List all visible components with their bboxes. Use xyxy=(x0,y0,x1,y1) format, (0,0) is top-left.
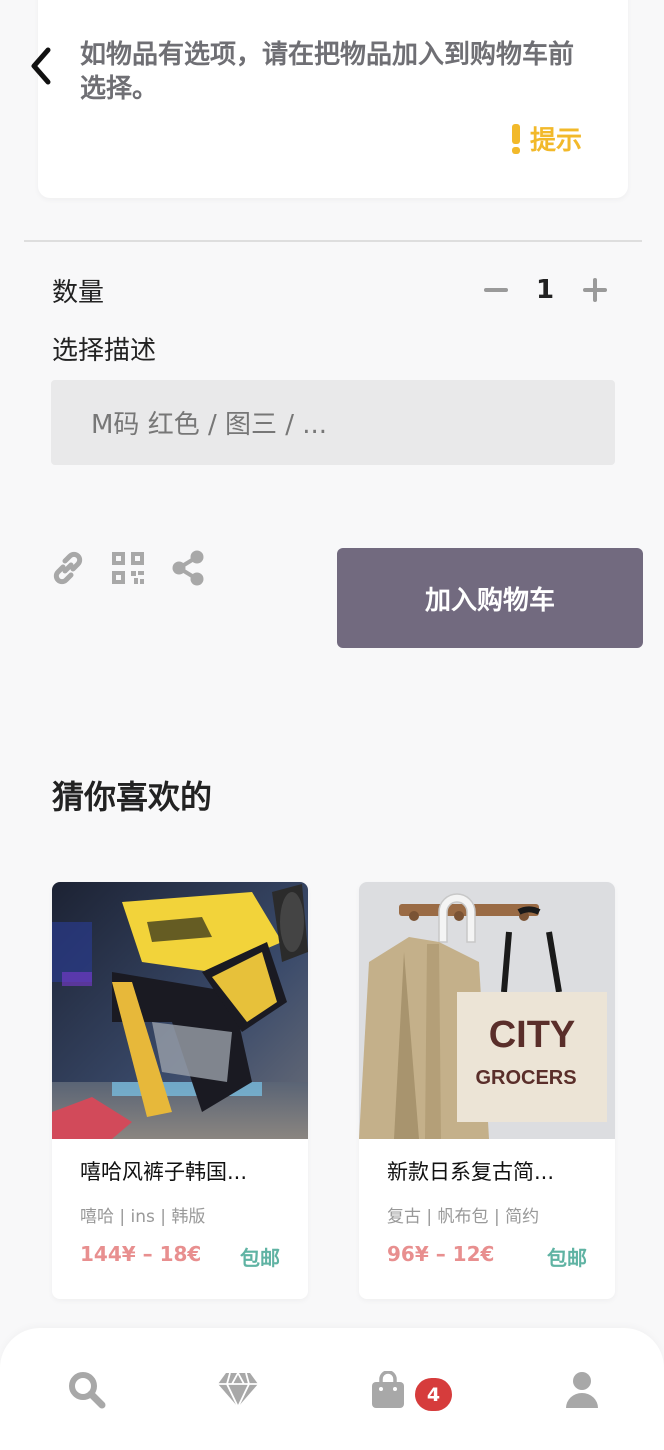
search-icon xyxy=(69,1372,106,1409)
description-field[interactable]: M码 红色 / 图三 / ... xyxy=(51,380,615,465)
nav-diamond-button[interactable] xyxy=(216,1368,260,1412)
quantity-label: 数量 xyxy=(52,278,105,308)
user-icon xyxy=(566,1372,598,1408)
product-image: CITY GROCERS xyxy=(359,882,615,1139)
shopping-bag-icon xyxy=(372,1371,404,1408)
product-name: 嘻哈风裤子韩国... xyxy=(80,1160,248,1184)
recommendations-title: 猜你喜欢的 xyxy=(52,778,213,816)
product-tags: 嘻哈 | ins | 韩版 xyxy=(80,1207,206,1227)
exclamation-icon xyxy=(512,123,520,154)
nav-search-button[interactable] xyxy=(65,1368,109,1412)
product-card[interactable]: 嘻哈风裤子韩国... 嘻哈 | ins | 韩版 144¥ – 18€ 包邮 xyxy=(52,882,308,1299)
divider xyxy=(24,240,642,242)
bottom-nav xyxy=(0,1328,664,1450)
svg-text:CITY: CITY xyxy=(489,1014,576,1056)
hint-label: 提示 xyxy=(530,126,583,156)
product-options-page: 如物品有选项，请在把物品加入到购物车前选择。 提示 数量 1 选择描述 M码 红… xyxy=(0,0,664,1450)
back-button[interactable] xyxy=(20,42,60,90)
product-price: 144¥ – 18€ xyxy=(80,1242,202,1266)
free-shipping-label: 包邮 xyxy=(547,1246,587,1270)
product-card[interactable]: CITY GROCERS 新款日系复古简... 复古 | 帆布包 | 简约 96… xyxy=(359,882,615,1299)
qr-code-icon[interactable] xyxy=(110,550,146,586)
share-toolbar xyxy=(50,550,230,586)
nav-profile-button[interactable] xyxy=(560,1368,604,1412)
cart-count-badge: 4 xyxy=(415,1378,452,1411)
add-to-cart-button[interactable]: 加入购物车 xyxy=(337,548,643,648)
increase-quantity-button[interactable] xyxy=(580,275,610,305)
product-tags: 复古 | 帆布包 | 简约 xyxy=(387,1207,540,1227)
decrease-quantity-button[interactable] xyxy=(480,275,510,305)
svg-text:GROCERS: GROCERS xyxy=(475,1067,576,1089)
share-icon[interactable] xyxy=(170,550,206,586)
product-price: 96¥ – 12€ xyxy=(387,1242,495,1266)
hint-link[interactable]: 提示 xyxy=(512,120,582,157)
tip-message: 如物品有选项，请在把物品加入到购物车前选择。 xyxy=(80,40,575,104)
quantity-value: 1 xyxy=(535,275,555,305)
diamond-icon xyxy=(218,1372,258,1409)
nav-cart-button[interactable] xyxy=(366,1368,410,1412)
product-name: 新款日系复古简... xyxy=(387,1160,555,1184)
free-shipping-label: 包邮 xyxy=(240,1246,280,1270)
description-label: 选择描述 xyxy=(52,336,157,366)
chevron-left-icon xyxy=(31,47,51,85)
product-image xyxy=(52,882,308,1139)
quantity-stepper: 1 xyxy=(480,268,610,312)
link-icon[interactable] xyxy=(50,550,86,586)
